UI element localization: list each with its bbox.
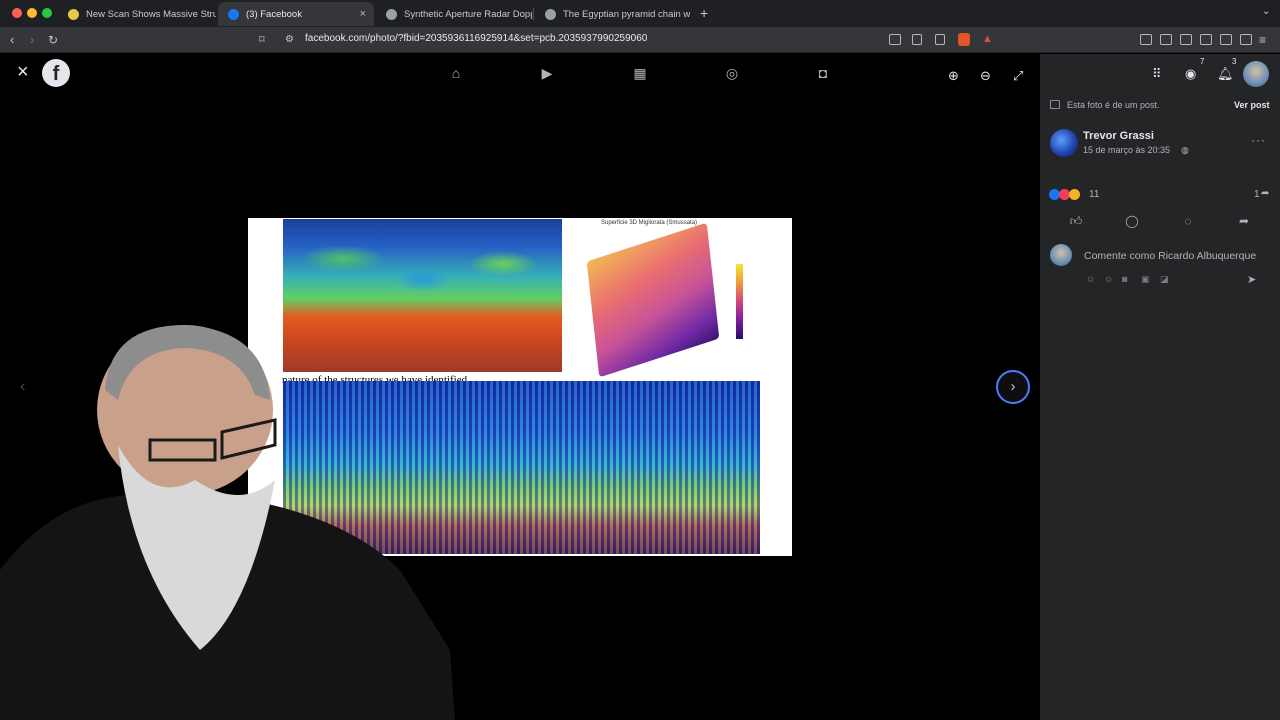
share-icon[interactable] bbox=[935, 34, 945, 45]
tab-sar-doppler[interactable]: Synthetic Aperture Radar Doppler bbox=[376, 2, 532, 26]
browser-toolbar: ‹ › ↻ ⌑ ⚙ facebook.com/photo/?fbid=20359… bbox=[0, 27, 1280, 53]
close-viewer-button[interactable]: × bbox=[17, 62, 29, 82]
messenger-badge: 7 bbox=[1200, 57, 1205, 66]
zoom-out-icon[interactable]: ⊖ bbox=[980, 68, 991, 84]
bookmark-icon[interactable]: ⌑ bbox=[259, 32, 265, 48]
window-zoom-button[interactable] bbox=[42, 8, 52, 18]
author-avatar[interactable] bbox=[1050, 129, 1078, 157]
photo-plot-title: Superficie 3D Migliorata (Smussata) bbox=[601, 220, 698, 226]
forward-arrow-icon[interactable]: › bbox=[30, 32, 34, 48]
tab-title: Synthetic Aperture Radar Doppler bbox=[404, 8, 532, 20]
back-arrow-icon[interactable]: ‹ bbox=[10, 32, 14, 48]
address-bar-url[interactable]: facebook.com/photo/?fbid=203593611692591… bbox=[305, 33, 647, 44]
plot-colorbar bbox=[736, 264, 743, 339]
wallet-icon[interactable] bbox=[1200, 34, 1212, 45]
gaming-icon[interactable]: ◘ bbox=[815, 65, 831, 81]
view-post-link[interactable]: Ver post bbox=[1234, 100, 1270, 110]
previous-photo-chevron-icon[interactable]: ‹ bbox=[20, 378, 25, 396]
zoom-in-icon[interactable]: ⊕ bbox=[948, 68, 959, 84]
shares-count[interactable]: 1 bbox=[1254, 189, 1260, 200]
tab-facebook[interactable]: (3) Facebook × bbox=[218, 2, 374, 26]
tab-title: New Scan Shows Massive Structu bbox=[86, 8, 216, 20]
share-icon[interactable]: ➦ bbox=[1237, 214, 1251, 228]
post-notice-text: Esta foto é de um post. bbox=[1067, 100, 1160, 110]
whatsapp-icon[interactable]: ◌ bbox=[1181, 214, 1195, 228]
share-count-icon: ➦ bbox=[1261, 188, 1270, 199]
window-close-button[interactable] bbox=[12, 8, 22, 18]
author-name[interactable]: Trevor Grassi bbox=[1083, 130, 1154, 142]
send-comment-icon[interactable]: ➤ bbox=[1247, 273, 1256, 286]
tab-close-icon[interactable]: × bbox=[360, 8, 366, 20]
reader-mode-icon[interactable] bbox=[912, 34, 922, 45]
tab-egyptian-pyramid[interactable]: The Egyptian pyramid chain was t bbox=[535, 2, 690, 26]
more-options-icon[interactable]: ··· bbox=[1251, 133, 1266, 147]
next-photo-button[interactable]: › bbox=[996, 370, 1030, 404]
like-icon[interactable]: 👍︎ bbox=[1069, 214, 1083, 228]
sticker-icon[interactable]: ◪ bbox=[1160, 274, 1169, 285]
new-tab-button[interactable]: + bbox=[700, 5, 708, 21]
account-avatar[interactable] bbox=[1243, 61, 1269, 87]
marketplace-icon[interactable]: ▦ bbox=[632, 65, 648, 81]
avatar-sticker-icon[interactable]: ☺ bbox=[1086, 274, 1095, 284]
photo-viewer-header bbox=[0, 54, 1040, 92]
facebook-logo-icon[interactable]: f bbox=[42, 59, 70, 87]
tab-list-chevron-icon[interactable]: ⌄ bbox=[1262, 6, 1270, 17]
cast-icon[interactable] bbox=[889, 34, 901, 45]
sidebar-toggle-icon[interactable] bbox=[1180, 34, 1192, 45]
comment-icon[interactable]: ◯ bbox=[1125, 214, 1139, 228]
comment-input[interactable]: Comente como Ricardo Albuquerque bbox=[1084, 250, 1256, 262]
notifications-badge: 3 bbox=[1232, 57, 1237, 66]
globe-icon bbox=[386, 8, 397, 20]
tab-favicon-icon bbox=[68, 8, 79, 20]
messenger-icon[interactable]: ◉ bbox=[1185, 66, 1196, 82]
facebook-favicon-icon bbox=[228, 8, 239, 20]
current-user-avatar bbox=[1050, 244, 1072, 266]
wow-reaction-icon bbox=[1069, 189, 1080, 200]
tab-title: The Egyptian pyramid chain was t bbox=[563, 8, 690, 20]
brave-rewards-icon[interactable]: ▲ bbox=[982, 33, 994, 45]
post-timestamp[interactable]: 15 de março às 20:35 bbox=[1083, 145, 1170, 155]
site-info-icon[interactable]: ⚙ bbox=[285, 32, 294, 48]
reactions-count[interactable]: 11 bbox=[1089, 189, 1099, 200]
window-minimize-button[interactable] bbox=[27, 8, 37, 18]
menu-icon[interactable]: ≡ bbox=[1259, 32, 1266, 48]
leo-ai-icon[interactable] bbox=[1220, 34, 1232, 45]
video-icon[interactable]: ▶ bbox=[539, 65, 555, 81]
privacy-globe-icon: ◍ bbox=[1181, 145, 1189, 155]
extensions-icon[interactable] bbox=[1140, 34, 1152, 45]
tab-separator bbox=[533, 8, 534, 20]
vpn-icon[interactable] bbox=[1240, 34, 1252, 45]
3d-surface-plot bbox=[586, 222, 720, 378]
tab-new-scan[interactable]: New Scan Shows Massive Structu bbox=[58, 2, 216, 26]
camera-icon[interactable]: ◙ bbox=[1122, 274, 1127, 284]
tab-title: (3) Facebook bbox=[246, 8, 302, 20]
post-notice-icon bbox=[1050, 100, 1060, 109]
reload-icon[interactable]: ↻ bbox=[48, 32, 58, 48]
globe-icon bbox=[545, 8, 556, 20]
browser-tab-bar: New Scan Shows Massive Structu (3) Faceb… bbox=[0, 0, 1280, 27]
downloads-icon[interactable] bbox=[1160, 34, 1172, 45]
fullscreen-icon[interactable]: ⤢ bbox=[1013, 68, 1023, 84]
brave-shield-icon[interactable] bbox=[958, 33, 970, 46]
emoji-icon[interactable]: ☺ bbox=[1104, 274, 1113, 284]
gif-icon[interactable]: ▣ bbox=[1141, 274, 1150, 285]
notifications-bell-icon[interactable]: 🔔︎ bbox=[1217, 66, 1234, 82]
groups-icon[interactable]: ◎ bbox=[724, 65, 740, 81]
menu-grid-icon[interactable]: ⠿ bbox=[1152, 66, 1162, 82]
home-icon[interactable]: ⌂ bbox=[448, 65, 464, 81]
webcam-overlay-person bbox=[0, 325, 455, 720]
